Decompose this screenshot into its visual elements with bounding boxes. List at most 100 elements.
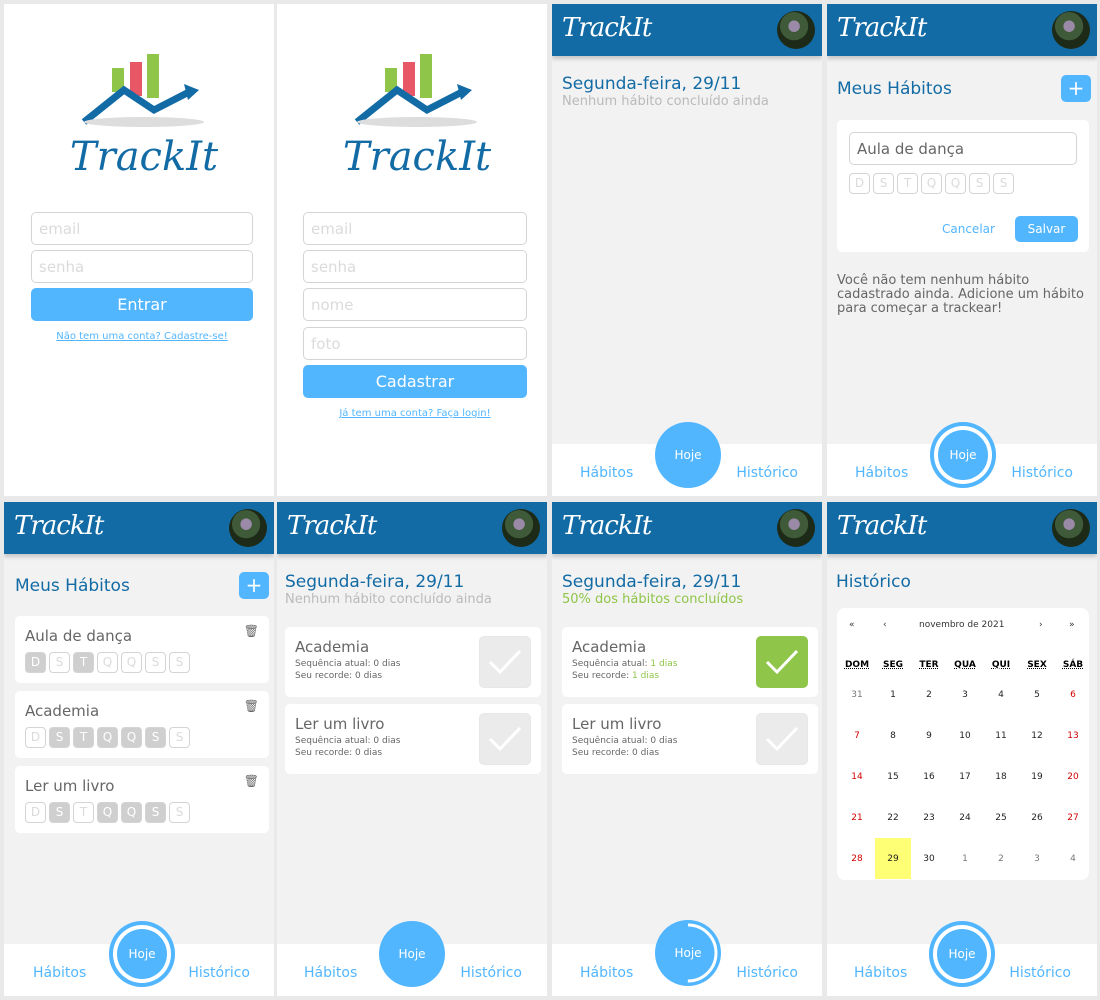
weekday-toggle[interactable]: S bbox=[49, 802, 70, 823]
nav-habits[interactable]: Hábitos bbox=[855, 465, 908, 481]
next-month-button[interactable]: › bbox=[1039, 620, 1043, 630]
login-link[interactable]: Já tem uma conta? Faça login! bbox=[303, 408, 527, 419]
weekday-toggle[interactable]: S bbox=[49, 652, 70, 673]
nav-habits[interactable]: Hábitos bbox=[33, 965, 86, 981]
calendar-day[interactable]: 1 bbox=[947, 838, 983, 879]
calendar-day[interactable]: 1 bbox=[875, 674, 911, 715]
signup-button[interactable]: Cadastrar bbox=[303, 365, 527, 398]
calendar-day[interactable]: 3 bbox=[947, 674, 983, 715]
signup-link[interactable]: Não tem uma conta? Cadastre-se! bbox=[31, 331, 253, 342]
weekday-toggle[interactable]: Q bbox=[921, 173, 942, 194]
weekday-toggle[interactable]: T bbox=[73, 802, 94, 823]
weekday-toggle[interactable]: S bbox=[49, 727, 70, 748]
calendar-day[interactable]: 19 bbox=[1019, 756, 1055, 797]
calendar-day[interactable]: 22 bbox=[875, 797, 911, 838]
email-field[interactable]: email bbox=[31, 212, 253, 245]
calendar-day[interactable]: 31 bbox=[839, 674, 875, 715]
nav-habits[interactable]: Hábitos bbox=[854, 965, 907, 981]
weekday-toggle[interactable]: D bbox=[849, 173, 870, 194]
trash-icon[interactable]: 🗑 bbox=[244, 624, 259, 638]
name-field[interactable]: nome bbox=[303, 288, 527, 321]
calendar-day[interactable]: 3 bbox=[1019, 838, 1055, 879]
weekday-toggle[interactable]: Q bbox=[97, 652, 118, 673]
calendar-day[interactable]: 23 bbox=[911, 797, 947, 838]
calendar-day[interactable]: 9 bbox=[911, 715, 947, 756]
add-habit-button[interactable]: + bbox=[239, 572, 269, 599]
save-button[interactable]: Salvar bbox=[1015, 216, 1078, 242]
weekday-toggle[interactable]: S bbox=[145, 652, 166, 673]
calendar-day[interactable]: 29 bbox=[875, 838, 911, 879]
calendar-day[interactable]: 16 bbox=[911, 756, 947, 797]
weekday-toggle[interactable]: Q bbox=[945, 173, 966, 194]
calendar-day[interactable]: 26 bbox=[1019, 797, 1055, 838]
password-field[interactable]: senha bbox=[303, 250, 527, 283]
nav-today-button[interactable]: Hoje bbox=[655, 422, 721, 488]
weekday-toggle[interactable]: S bbox=[169, 652, 190, 673]
weekday-toggle[interactable]: S bbox=[145, 727, 166, 748]
nav-today-button[interactable]: Hoje bbox=[930, 422, 996, 488]
calendar-day[interactable]: 27 bbox=[1055, 797, 1091, 838]
calendar-day[interactable]: 17 bbox=[947, 756, 983, 797]
weekday-toggle[interactable]: T bbox=[73, 652, 94, 673]
nav-habits[interactable]: Hábitos bbox=[580, 465, 633, 481]
weekday-toggle[interactable]: Q bbox=[97, 802, 118, 823]
weekday-toggle[interactable]: Q bbox=[97, 727, 118, 748]
prev-month-button[interactable]: ‹ bbox=[883, 620, 887, 630]
prev-year-button[interactable]: « bbox=[849, 620, 855, 630]
weekday-toggle[interactable]: S bbox=[873, 173, 894, 194]
calendar-day[interactable]: 14 bbox=[839, 756, 875, 797]
add-habit-button[interactable]: + bbox=[1061, 75, 1091, 102]
weekday-toggle[interactable]: S bbox=[169, 727, 190, 748]
calendar-day[interactable]: 13 bbox=[1055, 715, 1091, 756]
calendar-day[interactable]: 6 bbox=[1055, 674, 1091, 715]
weekday-toggle[interactable]: S bbox=[145, 802, 166, 823]
calendar-day[interactable]: 5 bbox=[1019, 674, 1055, 715]
nav-today-button[interactable]: Hoje bbox=[109, 921, 175, 987]
calendar-day[interactable]: 28 bbox=[839, 838, 875, 879]
login-button[interactable]: Entrar bbox=[31, 288, 253, 321]
month-label[interactable]: novembro de 2021 bbox=[919, 620, 1004, 630]
nav-today-button[interactable]: Hoje bbox=[379, 921, 445, 987]
weekday-toggle[interactable]: Q bbox=[121, 802, 142, 823]
check-button[interactable] bbox=[756, 713, 808, 765]
calendar-day[interactable]: 4 bbox=[1055, 838, 1091, 879]
calendar-day[interactable]: 2 bbox=[911, 674, 947, 715]
calendar-day[interactable]: 8 bbox=[875, 715, 911, 756]
calendar-day[interactable]: 24 bbox=[947, 797, 983, 838]
nav-history[interactable]: Histórico bbox=[736, 965, 798, 981]
email-field[interactable]: email bbox=[303, 212, 527, 245]
cancel-button[interactable]: Cancelar bbox=[942, 222, 995, 236]
weekday-toggle[interactable]: Q bbox=[121, 652, 142, 673]
check-button[interactable] bbox=[756, 636, 808, 688]
calendar-day[interactable]: 7 bbox=[839, 715, 875, 756]
calendar-day[interactable]: 25 bbox=[983, 797, 1019, 838]
nav-today-button[interactable]: Hoje bbox=[655, 920, 721, 986]
weekday-toggle[interactable]: T bbox=[897, 173, 918, 194]
check-button[interactable] bbox=[479, 713, 531, 765]
weekday-toggle[interactable]: T bbox=[73, 727, 94, 748]
calendar-day[interactable]: 12 bbox=[1019, 715, 1055, 756]
next-year-button[interactable]: » bbox=[1069, 620, 1075, 630]
calendar-day[interactable]: 18 bbox=[983, 756, 1019, 797]
check-button[interactable] bbox=[479, 636, 531, 688]
nav-history[interactable]: Histórico bbox=[1011, 465, 1073, 481]
password-field[interactable]: senha bbox=[31, 250, 253, 283]
weekday-toggle[interactable]: D bbox=[25, 727, 46, 748]
habit-name-input[interactable]: Aula de dança bbox=[849, 132, 1077, 165]
nav-history[interactable]: Histórico bbox=[460, 965, 522, 981]
trash-icon[interactable]: 🗑 bbox=[244, 699, 259, 713]
weekday-toggle[interactable]: S bbox=[969, 173, 990, 194]
calendar-day[interactable]: 4 bbox=[983, 674, 1019, 715]
weekday-toggle[interactable]: S bbox=[169, 802, 190, 823]
nav-history[interactable]: Histórico bbox=[1009, 965, 1071, 981]
photo-field[interactable]: foto bbox=[303, 327, 527, 360]
nav-habits[interactable]: Hábitos bbox=[580, 965, 633, 981]
calendar-day[interactable]: 20 bbox=[1055, 756, 1091, 797]
calendar-day[interactable]: 10 bbox=[947, 715, 983, 756]
weekday-toggle[interactable]: D bbox=[25, 652, 46, 673]
nav-habits[interactable]: Hábitos bbox=[304, 965, 357, 981]
weekday-toggle[interactable]: S bbox=[993, 173, 1014, 194]
calendar-day[interactable]: 11 bbox=[983, 715, 1019, 756]
weekday-toggle[interactable]: D bbox=[25, 802, 46, 823]
calendar-day[interactable]: 2 bbox=[983, 838, 1019, 879]
